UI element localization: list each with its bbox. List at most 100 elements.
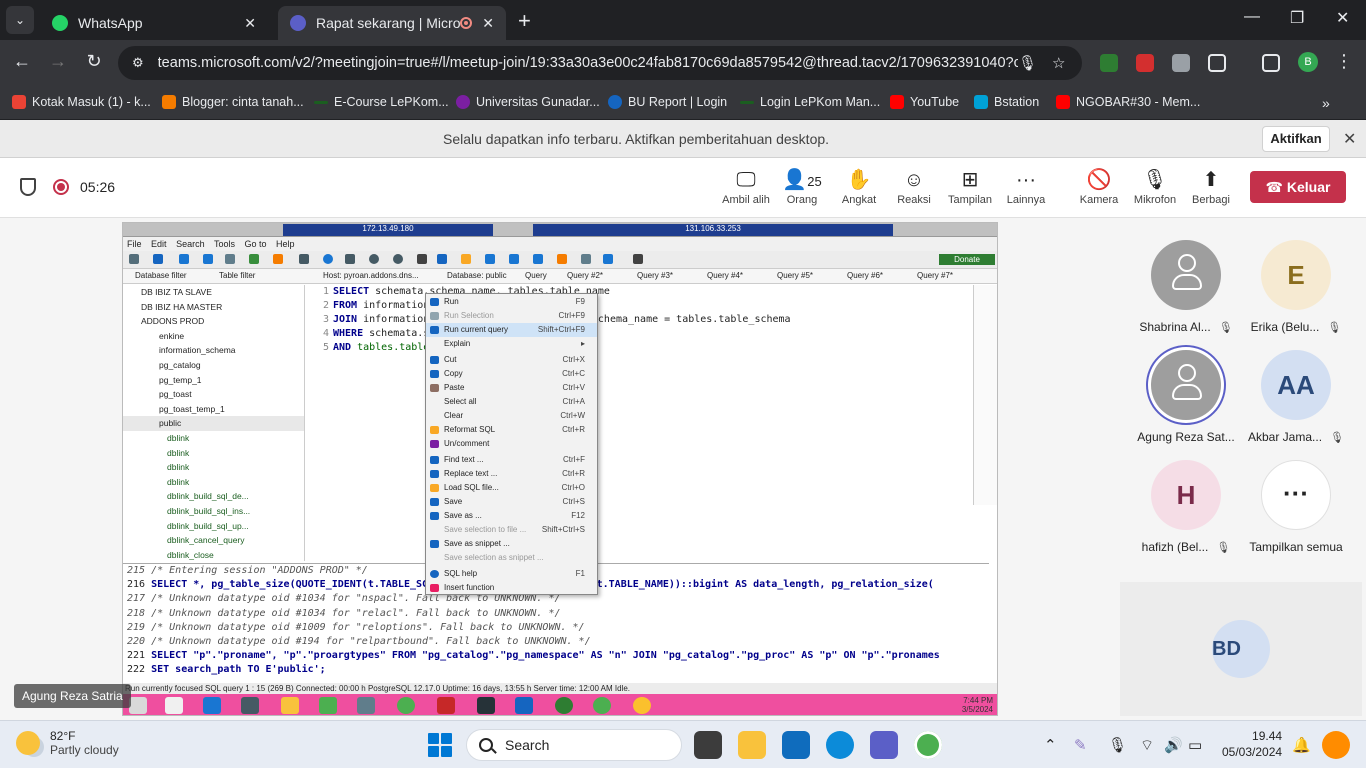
toolbar-icon[interactable]	[299, 254, 309, 264]
ctx-explain[interactable]: Explain ▸	[426, 337, 597, 351]
toolbar-icon[interactable]	[153, 254, 163, 264]
remote-start-icon[interactable]	[129, 697, 147, 714]
mic-icon[interactable]: 🎙	[1018, 54, 1037, 72]
tab-query[interactable]: Query	[525, 271, 547, 280]
ctx-select-all[interactable]: Select all Ctrl+A	[426, 395, 597, 409]
remote-app-icon[interactable]	[165, 697, 183, 714]
side-panel-icon[interactable]	[1262, 54, 1280, 72]
tree-item[interactable]: DB IBIZ HA MASTER	[123, 300, 304, 315]
ctx-replace-text[interactable]: Replace text ... Ctrl+R	[426, 467, 597, 481]
tree-item[interactable]: information_schema	[123, 343, 304, 358]
participant-tile-speaking[interactable]: Agung Reza Sat...	[1130, 350, 1242, 444]
bookmark-item[interactable]: YouTube	[890, 95, 959, 109]
bookmark-star-icon[interactable]: ☆	[1052, 54, 1065, 72]
tree-item[interactable]: pg_toast	[123, 387, 304, 402]
reload-button[interactable]: ↻	[82, 51, 106, 72]
ctx-paste[interactable]: Paste Ctrl+V	[426, 381, 597, 395]
bookmark-item[interactable]: NGOBAR#30 - Mem...	[1056, 95, 1200, 109]
weather-widget[interactable]: 82°F Partly cloudy	[16, 729, 119, 757]
address-bar[interactable]: ⚙ teams.microsoft.com/v2/?meetingjoin=tr…	[118, 46, 1082, 80]
tree-item[interactable]: dblink_build_sql_up...	[123, 519, 304, 534]
mic-button[interactable]: 🎙 Mikrofon	[1125, 166, 1185, 206]
remote-app-icon[interactable]	[477, 697, 495, 714]
toolbar-icon[interactable]	[129, 254, 139, 264]
ctx-sql-help[interactable]: SQL help F1	[426, 567, 597, 581]
teams-icon[interactable]	[870, 731, 898, 759]
file-explorer-icon[interactable]	[738, 731, 766, 759]
mic-icon[interactable]: 🎙	[1108, 736, 1127, 754]
toolbar-icon[interactable]	[393, 254, 403, 264]
ctx-save[interactable]: Save Ctrl+S	[426, 495, 597, 509]
tab-teams-meeting[interactable]: Rapat sekarang | Microsoft ✕	[278, 6, 506, 40]
share-button[interactable]: ⬆ Berbagi	[1181, 166, 1241, 206]
tree-item[interactable]: dblink_close	[123, 548, 304, 563]
toolbar-icon[interactable]	[581, 254, 591, 264]
bookmark-item[interactable]: Blogger: cinta tanah...	[162, 95, 304, 109]
tree-item[interactable]: public	[123, 416, 304, 431]
react-button[interactable]: ☺ Reaksi	[884, 166, 944, 206]
toolbar-icon[interactable]	[273, 254, 283, 264]
toolbar-icon[interactable]	[633, 254, 643, 264]
tab-query-5[interactable]: Query #5*	[777, 271, 813, 280]
mail-icon[interactable]	[782, 731, 810, 759]
ctx-save-as-snippet[interactable]: Save as snippet ...	[426, 537, 597, 551]
bookmark-item[interactable]: Kotak Masuk (1) - k...	[12, 95, 151, 109]
bookmark-item[interactable]: E-Course LePKom...	[314, 95, 449, 109]
filezilla-icon[interactable]	[437, 697, 455, 714]
participant-tile[interactable]: AA Akbar Jama... 🎙	[1240, 350, 1352, 444]
tab-table-filter[interactable]: Table filter	[219, 271, 255, 280]
remote-app-icon[interactable]	[319, 697, 337, 714]
toolbar-icon[interactable]	[225, 254, 235, 264]
site-info-icon[interactable]: ⚙	[132, 55, 144, 71]
toolbar-icon[interactable]	[179, 254, 189, 264]
tab-query-7[interactable]: Query #7*	[917, 271, 953, 280]
tab-query-3[interactable]: Query #3*	[637, 271, 673, 280]
ctx-find-text[interactable]: Find text ... Ctrl+F	[426, 453, 597, 467]
bookmark-item[interactable]: Bstation	[974, 95, 1039, 109]
toolbar-icon[interactable]	[485, 254, 495, 264]
ctx-cut[interactable]: Cut Ctrl+X	[426, 353, 597, 367]
toolbar-icon[interactable]	[249, 254, 259, 264]
toolbar-icon[interactable]	[323, 254, 333, 264]
donate-button[interactable]: Donate	[939, 254, 995, 265]
restore-icon[interactable]: ❐	[1290, 8, 1304, 28]
taskbar-search[interactable]: Search	[466, 729, 682, 761]
tree-item[interactable]: DB IBIZ TA SLAVE	[123, 285, 304, 300]
ctx-reformat-sql[interactable]: Reformat SQL Ctrl+R	[426, 423, 597, 437]
folder-icon[interactable]	[281, 697, 299, 714]
ctx-copy[interactable]: Copy Ctrl+C	[426, 367, 597, 381]
bookmark-item[interactable]: Universitas Gunadar...	[456, 95, 600, 109]
ctx-run-current-query[interactable]: Run current query Shift+Ctrl+F9	[426, 323, 597, 337]
ctx-insert-function[interactable]: Insert function	[426, 581, 597, 595]
toolbar-icon[interactable]	[509, 254, 519, 264]
chrome-icon[interactable]	[593, 697, 611, 714]
system-clock[interactable]: 19.44 05/03/2024	[1222, 728, 1282, 760]
tree-item[interactable]: enkine	[123, 329, 304, 344]
leave-button[interactable]: ☎ Keluar	[1250, 171, 1346, 203]
sql-editor[interactable]: 1 SELECT schemata.schema_name, tables.tab…	[313, 285, 971, 505]
ctx-load-sql-file[interactable]: Load SQL file... Ctrl+O	[426, 481, 597, 495]
tree-item[interactable]: pg_catalog	[123, 358, 304, 373]
camera-button[interactable]: 🚫 Kamera	[1069, 166, 1129, 206]
back-button[interactable]: ←	[10, 51, 34, 72]
participant-tile[interactable]: E Erika (Belu... 🎙	[1240, 240, 1352, 334]
extension-icon[interactable]	[1136, 54, 1154, 72]
tab-database[interactable]: Database: public	[447, 271, 507, 280]
menu-help[interactable]: Help	[276, 239, 295, 249]
toolbar-icon[interactable]	[203, 254, 213, 264]
camera-extension-icon[interactable]	[1172, 54, 1190, 72]
menu-file[interactable]: File	[127, 239, 142, 249]
profile-avatar[interactable]: B	[1298, 52, 1318, 72]
tree-item[interactable]: dblink	[123, 460, 304, 475]
close-icon[interactable]: ✕	[482, 15, 494, 32]
extension-icon[interactable]	[1100, 54, 1118, 72]
tree-item[interactable]: dblink_build_sql_ins...	[123, 504, 304, 519]
forward-button[interactable]: →	[46, 51, 70, 72]
more-button[interactable]: ··· Lainnya	[996, 166, 1056, 206]
run-icon[interactable]	[437, 254, 447, 264]
enable-notifications-button[interactable]: Aktifkan	[1262, 126, 1330, 152]
edge-icon[interactable]	[826, 731, 854, 759]
battery-icon[interactable]: ▭	[1188, 736, 1202, 754]
new-tab-button[interactable]: +	[518, 8, 531, 34]
tree-item[interactable]: dblink	[123, 475, 304, 490]
